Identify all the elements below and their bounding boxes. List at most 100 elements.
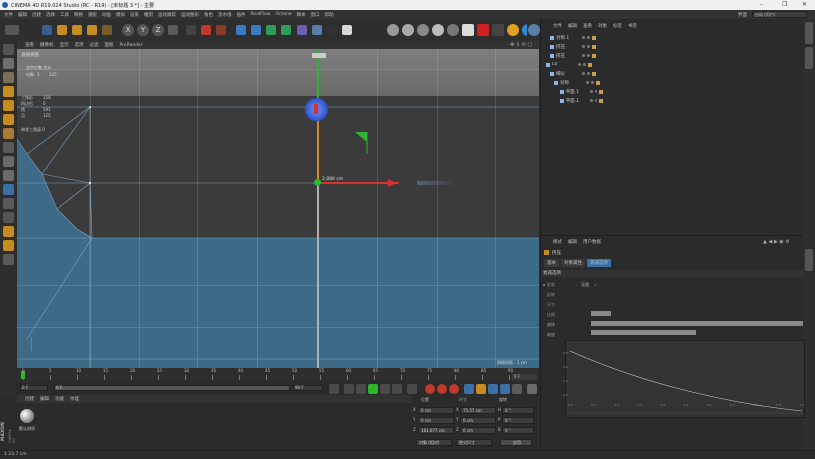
next-frame-icon[interactable] (380, 384, 390, 394)
side-tab-structure[interactable] (805, 249, 813, 271)
coord-size-field[interactable]: 0 cm (460, 427, 496, 434)
octane-record-icon[interactable] (477, 24, 489, 36)
prev-key-icon[interactable] (344, 384, 354, 394)
coord-size-field[interactable]: 75.57 cm (460, 407, 496, 414)
material-tab[interactable]: 创建 (25, 396, 34, 402)
timeline-menu-icon[interactable] (527, 384, 537, 394)
keyframe-icon[interactable] (449, 384, 459, 394)
light-icon[interactable] (342, 25, 352, 35)
falloff-size-bar[interactable] (591, 311, 611, 316)
axis-mode-icon[interactable] (2, 142, 14, 153)
falloff-offset-bar[interactable] (591, 330, 696, 335)
viewport-menu-item[interactable]: 查看 (25, 42, 34, 48)
coord-position-field[interactable]: 181.077 cm (418, 427, 454, 434)
object-tag-icon[interactable] (599, 98, 604, 103)
axis-origin[interactable] (314, 179, 321, 186)
uv-mode-icon[interactable] (2, 128, 14, 139)
attribute-subtab[interactable]: 对象属性 (561, 259, 585, 267)
render-dot[interactable] (587, 36, 590, 39)
move-key-icon[interactable] (464, 384, 474, 394)
object-tag-icon[interactable] (596, 80, 600, 85)
axis-x[interactable] (319, 182, 399, 184)
viewport-menu-item[interactable]: ProRender (120, 43, 143, 48)
apply-button[interactable]: 应用 (500, 439, 532, 446)
attribute-tab[interactable]: 模式 (553, 239, 562, 245)
visibility-dot[interactable] (582, 54, 585, 57)
object-row[interactable]: 平面.1 (543, 87, 604, 96)
object-tab[interactable]: 对象 (598, 23, 607, 29)
object-tag-icon[interactable] (592, 53, 596, 58)
falloff-curve-panel[interactable]: 0.0 0.1 0.2 0.3 0.4 0.5 0.6 0.7 0.8 0.9 1.0 (565, 340, 805, 418)
workplane-icon[interactable] (2, 72, 14, 83)
model-mode-icon[interactable] (2, 44, 14, 55)
viewport-menu-item[interactable]: 显示 (60, 42, 69, 48)
maximize-button[interactable]: ❐ (782, 1, 787, 8)
coord-rotation-field[interactable]: 0 ° (502, 427, 534, 434)
scale-icon[interactable] (72, 25, 82, 35)
pen-icon[interactable] (251, 25, 261, 35)
render-dot[interactable] (587, 45, 590, 48)
object-tab[interactable]: 文件 (553, 23, 562, 29)
attribute-tab[interactable]: 用户数据 (583, 239, 601, 245)
camera-icon[interactable] (327, 25, 337, 35)
menu-item[interactable]: 渲染 (130, 12, 139, 18)
viewport-nav-icons[interactable]: ✥ ⇕ ⟲ ▢ (510, 42, 532, 48)
render-view-icon[interactable] (186, 25, 196, 35)
object-row[interactable]: 细分 (543, 69, 603, 78)
visibility-dot[interactable] (582, 72, 585, 75)
material-tab[interactable]: 纹理 (70, 396, 79, 402)
object-row[interactable]: L0 (543, 60, 603, 69)
menu-item[interactable]: Octane (275, 12, 291, 17)
viewport-menu-item[interactable]: 过滤 (90, 42, 99, 48)
menu-item[interactable]: 帮助 (325, 12, 334, 18)
material-ball[interactable] (20, 409, 34, 423)
menu-item[interactable]: 创建 (32, 12, 41, 18)
symmetry-icon[interactable] (2, 184, 14, 195)
coord-mode-select[interactable]: 对象 (相对) (416, 439, 452, 446)
object-tag-icon[interactable] (592, 35, 596, 40)
side-tab-objects[interactable] (805, 22, 813, 44)
menu-item[interactable]: 动画 (102, 12, 111, 18)
coord-size-field[interactable]: 0 cm (460, 417, 496, 424)
render-dot[interactable] (594, 90, 598, 93)
viewport-menu-item[interactable]: 摄像机 (40, 42, 54, 48)
live-select-icon[interactable] (42, 25, 52, 35)
coord-rotation-field[interactable]: 0 ° (502, 407, 534, 414)
menu-item[interactable]: 运动跟踪 (158, 12, 176, 18)
visibility-dot[interactable] (582, 36, 585, 39)
visibility-dot[interactable] (586, 81, 589, 84)
menu-item[interactable]: 流水线 (218, 12, 232, 18)
viewport-menu-item[interactable]: 面板 (105, 42, 114, 48)
edges-mode-icon[interactable] (2, 100, 14, 111)
object-tag-icon[interactable] (599, 89, 604, 94)
menu-item[interactable]: 角色 (204, 12, 213, 18)
object-tag-icon[interactable] (588, 62, 592, 67)
floor-icon[interactable] (312, 25, 322, 35)
size-mode-select[interactable]: 绝对尺寸 (456, 439, 492, 446)
x-axis-lock-icon[interactable]: X (122, 24, 134, 36)
menu-item[interactable]: 网格 (74, 12, 83, 18)
coord-rotation-field[interactable]: 0 ° (502, 417, 534, 424)
visibility-dot[interactable] (582, 45, 585, 48)
coord-position-field[interactable]: 0 cm (418, 417, 454, 424)
z-axis-lock-icon[interactable]: Z (152, 24, 164, 36)
minimize-button[interactable]: – (760, 1, 763, 8)
deformer-icon[interactable] (297, 25, 307, 35)
sun-icon[interactable] (507, 24, 519, 36)
viewport[interactable]: 2.888 cm 透视视图 选中对象 合计 对象 1 125 三角形 158 四边形… (17, 49, 539, 368)
layer-icon[interactable] (2, 254, 14, 265)
side-tab-content[interactable] (805, 47, 813, 69)
goto-end-icon[interactable] (407, 384, 417, 394)
tweak-icon[interactable] (2, 170, 14, 181)
object-tab[interactable]: 查看 (583, 23, 592, 29)
octane-settings-icon[interactable] (402, 24, 414, 36)
y-axis-lock-icon[interactable]: Y (137, 24, 149, 36)
object-tag-icon[interactable] (592, 44, 596, 49)
layout-select[interactable]: 启动 (用户) (752, 11, 807, 18)
axis-x-arrow[interactable] (388, 179, 397, 187)
world-coord-icon[interactable] (168, 25, 178, 35)
scale-key-icon[interactable] (476, 384, 486, 394)
menu-item[interactable]: 窗口 (311, 12, 320, 18)
record-icon[interactable] (425, 384, 435, 394)
object-row[interactable]: 挤压 (543, 51, 603, 60)
